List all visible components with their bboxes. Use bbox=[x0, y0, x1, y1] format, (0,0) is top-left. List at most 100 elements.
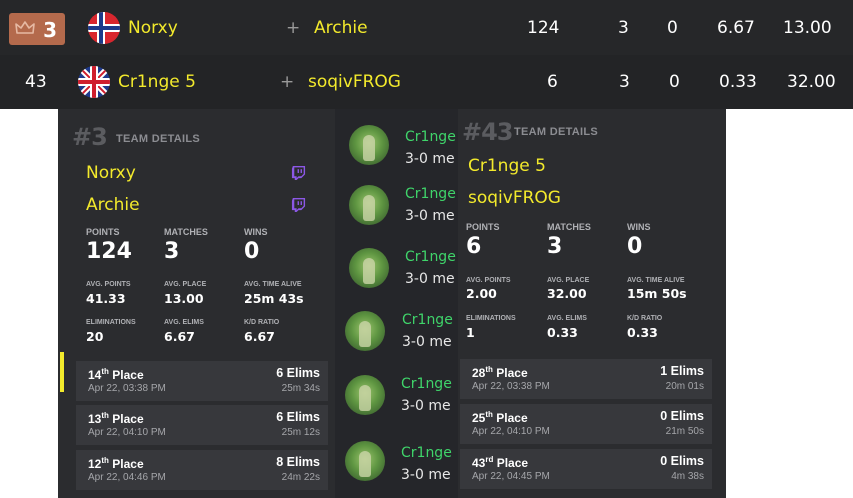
stat-label: AVG. POINTS bbox=[86, 281, 131, 288]
avg-place-stat: 32.00 bbox=[547, 286, 587, 301]
match-date: Apr 22, 04:10 PM bbox=[472, 426, 550, 437]
eliminations-stat: 20 bbox=[86, 329, 104, 344]
wins-stat: 0 bbox=[244, 239, 260, 264]
list-item[interactable]: Cr1nge 3-0 me bbox=[335, 431, 461, 493]
team-rank: #3 bbox=[72, 123, 108, 151]
team-player-name[interactable]: Archie bbox=[86, 195, 140, 215]
wins-value: 0 bbox=[669, 72, 680, 92]
list-item[interactable]: Cr1nge 3-0 me bbox=[335, 368, 461, 430]
norway-flag-icon bbox=[88, 12, 120, 44]
points-stat: 124 bbox=[86, 239, 132, 264]
kd-value: 6.67 bbox=[717, 17, 755, 38]
stat-label: MATCHES bbox=[164, 227, 208, 237]
matches-stat: 3 bbox=[164, 239, 180, 264]
team-rank: #43 bbox=[462, 118, 514, 146]
stat-label: AVG. PLACE bbox=[164, 281, 207, 288]
list-item-score: 3-0 me bbox=[405, 208, 455, 224]
match-date: Apr 22, 04:46 PM bbox=[88, 472, 166, 483]
eliminations-stat: 1 bbox=[466, 325, 475, 340]
match-card[interactable]: 43rd Place Apr 22, 04:45 PM 0 Elims 4m 3… bbox=[460, 449, 712, 489]
uk-flag-icon bbox=[78, 66, 110, 98]
kd-ratio-stat: 0.33 bbox=[627, 325, 658, 340]
stat-label: POINTS bbox=[466, 222, 500, 232]
match-time: 4m 38s bbox=[671, 471, 704, 482]
match-date: Apr 22, 04:10 PM bbox=[88, 427, 166, 438]
avatar bbox=[345, 311, 385, 351]
list-item-name: Cr1nge bbox=[405, 129, 456, 145]
stat-label: AVG. PLACE bbox=[547, 277, 590, 284]
match-elims: 0 Elims bbox=[660, 454, 704, 468]
plus-sign: + bbox=[280, 72, 295, 92]
match-time: 20m 01s bbox=[665, 381, 704, 392]
stat-label: ELIMINATIONS bbox=[466, 315, 516, 322]
player-name[interactable]: Norxy bbox=[128, 18, 178, 38]
avg-points-stat: 2.00 bbox=[466, 286, 497, 301]
avg-place-stat: 13.00 bbox=[164, 291, 204, 306]
team-player-name[interactable]: soqivFROG bbox=[468, 188, 561, 208]
matches-value: 3 bbox=[618, 17, 629, 38]
list-item-score: 3-0 me bbox=[401, 467, 451, 483]
stat-label: MATCHES bbox=[547, 222, 591, 232]
player-name[interactable]: Archie bbox=[314, 18, 368, 38]
leaderboard-row[interactable]: 3 Norxy + Archie 124 3 0 6.67 13.00 bbox=[0, 0, 853, 55]
list-item[interactable]: Cr1nge 3-0 me bbox=[335, 115, 461, 177]
avg-elims-stat: 6.67 bbox=[164, 329, 195, 344]
match-time: 25m 34s bbox=[281, 383, 320, 394]
list-item[interactable]: Cr1nge 3-0 me bbox=[335, 304, 461, 366]
player-name[interactable]: soqivFROG bbox=[308, 72, 401, 92]
match-card[interactable]: 14th Place Apr 22, 03:38 PM 6 Elims 25m … bbox=[76, 361, 328, 401]
wins-stat: 0 bbox=[627, 234, 643, 259]
avatar bbox=[345, 375, 385, 415]
stat-label: K/D RATIO bbox=[244, 319, 280, 326]
twitch-icon[interactable] bbox=[291, 197, 306, 212]
stat-label: AVG. POINTS bbox=[466, 277, 511, 284]
stat-label: ELIMINATIONS bbox=[86, 319, 136, 326]
match-elims: 6 Elims bbox=[276, 366, 320, 380]
match-card[interactable]: 13th Place Apr 22, 04:10 PM 6 Elims 25m … bbox=[76, 405, 328, 445]
match-elims: 0 Elims bbox=[660, 409, 704, 423]
team-player-name[interactable]: Cr1nge 5 bbox=[468, 156, 546, 176]
kd-ratio-stat: 6.67 bbox=[244, 329, 275, 344]
avatar bbox=[349, 248, 389, 288]
list-item[interactable]: Cr1nge 3-0 me bbox=[335, 241, 461, 303]
player-list: Cr1nge 3-0 me Cr1nge 3-0 me Cr1nge 3-0 m… bbox=[335, 109, 461, 498]
list-item-name: Cr1nge bbox=[401, 445, 452, 461]
avg-points-stat: 41.33 bbox=[86, 291, 126, 306]
avatar bbox=[349, 185, 389, 225]
team-details-label: TEAM DETAILS bbox=[116, 133, 201, 145]
match-place: 25th Place bbox=[472, 410, 528, 425]
team-player-name[interactable]: Norxy bbox=[86, 163, 136, 183]
crown-icon bbox=[15, 21, 35, 34]
match-date: Apr 22, 04:45 PM bbox=[472, 471, 550, 482]
twitch-icon[interactable] bbox=[291, 165, 306, 180]
match-time: 25m 12s bbox=[281, 427, 320, 438]
avg-time-alive-stat: 15m 50s bbox=[627, 286, 687, 301]
list-item-score: 3-0 me bbox=[405, 151, 455, 167]
match-elims: 8 Elims bbox=[276, 455, 320, 469]
leaderboard-row[interactable]: 43 Cr1nge 5 + soqivFROG 6 3 0 0.33 32.00 bbox=[0, 55, 853, 109]
avg-time-alive-stat: 25m 43s bbox=[244, 291, 304, 306]
match-card[interactable]: 28th Place Apr 22, 03:38 PM 1 Elims 20m … bbox=[460, 359, 712, 399]
list-item-name: Cr1nge bbox=[405, 186, 456, 202]
player-name[interactable]: Cr1nge 5 bbox=[118, 72, 196, 92]
points-value: 6 bbox=[547, 72, 558, 92]
points-value: 124 bbox=[527, 17, 560, 38]
list-item-name: Cr1nge bbox=[405, 249, 456, 265]
list-item-name: Cr1nge bbox=[402, 312, 453, 328]
rank-number: 3 bbox=[43, 18, 57, 42]
stat-label: WINS bbox=[627, 222, 651, 232]
selected-match-indicator bbox=[60, 352, 64, 392]
avatar bbox=[345, 441, 385, 481]
points-stat: 6 bbox=[466, 234, 482, 259]
match-elims: 6 Elims bbox=[276, 410, 320, 424]
match-date: Apr 22, 03:38 PM bbox=[88, 383, 166, 394]
plus-sign: + bbox=[286, 17, 301, 38]
match-place: 43rd Place bbox=[472, 455, 529, 470]
stat-label: AVG. TIME ALIVE bbox=[627, 277, 685, 284]
list-item[interactable]: Cr1nge 3-0 me bbox=[335, 178, 461, 240]
matches-stat: 3 bbox=[547, 234, 563, 259]
match-card[interactable]: 25th Place Apr 22, 04:10 PM 0 Elims 21m … bbox=[460, 404, 712, 444]
avatar bbox=[349, 125, 389, 165]
matches-value: 3 bbox=[619, 72, 630, 92]
match-card[interactable]: 12th Place Apr 22, 04:46 PM 8 Elims 24m … bbox=[76, 450, 328, 490]
